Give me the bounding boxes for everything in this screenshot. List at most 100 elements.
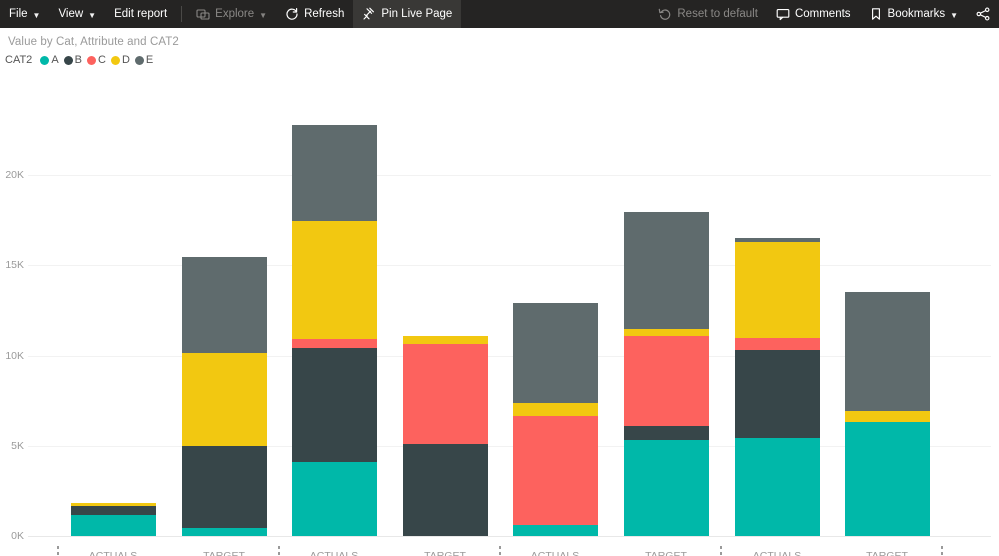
y-axis-tick-label: 0K <box>11 530 24 542</box>
x-axis-category-label: ACTUALS <box>309 550 359 556</box>
bar-segment[interactable] <box>70 506 156 516</box>
bar-segment[interactable] <box>512 403 598 416</box>
chevron-down-icon: ▼ <box>950 10 958 20</box>
legend-swatch-e <box>134 55 144 65</box>
toolbar-reset-to-default-button: Reset to default <box>649 0 767 28</box>
chart-bar[interactable] <box>181 257 267 536</box>
bar-segment[interactable] <box>181 446 267 529</box>
x-axis-category-label: TARGET <box>866 550 908 556</box>
toolbar-view-menu[interactable]: View ▼ <box>49 0 105 28</box>
toolbar-edit-report-label: Edit report <box>114 8 168 20</box>
x-axis-group-separator <box>57 546 59 556</box>
bar-segment[interactable] <box>734 242 820 339</box>
reset-icon <box>658 7 672 21</box>
gridline <box>28 265 991 267</box>
bar-segment[interactable] <box>291 338 377 348</box>
chart-plot-area: 0K 5K 10K 15K 20K <box>0 66 999 544</box>
bar-segment[interactable] <box>623 328 709 336</box>
bar-segment[interactable] <box>402 343 488 444</box>
x-axis-group-separator <box>720 546 722 556</box>
bar-segment[interactable] <box>623 335 709 426</box>
bar-segment[interactable] <box>291 347 377 462</box>
x-axis-category-label: ACTUALS <box>752 550 802 556</box>
bookmark-icon <box>869 7 883 21</box>
bar-segment[interactable] <box>291 220 377 339</box>
legend-item-a[interactable]: A <box>40 54 59 66</box>
toolbar-reset-label: Reset to default <box>677 8 758 20</box>
toolbar-edit-report-button[interactable]: Edit report <box>105 0 176 28</box>
top-toolbar: File ▼ View ▼ Edit report Explore ▼ Refr… <box>0 0 999 28</box>
bar-segment[interactable] <box>512 303 598 403</box>
bar-segment[interactable] <box>844 422 930 536</box>
toolbar-explore-menu: Explore ▼ <box>187 0 276 28</box>
y-axis-tick-label: 20K <box>5 169 24 181</box>
chart-bar[interactable] <box>70 502 156 536</box>
legend-label-b: B <box>74 54 82 66</box>
chart-bar[interactable] <box>844 292 930 536</box>
bar-segment[interactable] <box>734 438 820 536</box>
legend-label-d: D <box>121 54 130 66</box>
chart-x-axis: ACTUALS TARGET ACTUALS TARGET ACTUALS TARGET A… <box>0 544 999 556</box>
bar-segment[interactable] <box>844 292 930 412</box>
bar-segment[interactable] <box>512 525 598 536</box>
bar-segment[interactable] <box>181 353 267 447</box>
toolbar-share-button[interactable] <box>967 0 999 28</box>
chart-legend: CAT2 A B C D E <box>0 48 999 66</box>
legend-swatch-a <box>40 55 50 65</box>
toolbar-pin-live-page-label: Pin Live Page <box>381 8 453 20</box>
toolbar-bookmarks-menu[interactable]: Bookmarks ▼ <box>860 0 967 28</box>
bar-segment[interactable] <box>291 462 377 536</box>
visual-title: Value by Cat, Attribute and CAT2 <box>8 36 179 48</box>
y-axis-tick-label: 10K <box>5 349 24 362</box>
x-axis-category-label: ACTUALS <box>88 550 138 556</box>
chart-bar[interactable] <box>734 238 820 536</box>
toolbar-explore-label: Explore <box>215 8 255 20</box>
x-axis-baseline <box>28 536 991 537</box>
toolbar-divider <box>181 6 183 22</box>
x-axis-group-separator <box>941 546 943 556</box>
legend-item-e[interactable]: E <box>134 54 154 66</box>
y-axis-tick-label: 5K <box>11 439 24 452</box>
share-icon <box>976 7 990 21</box>
x-axis-group-separator <box>499 546 501 556</box>
legend-item-c[interactable]: C <box>87 54 106 66</box>
chart-bar[interactable] <box>291 124 377 536</box>
x-axis-category-label: TARGET <box>203 550 245 556</box>
toolbar-file-label: File <box>9 8 28 20</box>
pin-icon <box>362 7 376 21</box>
toolbar-right-group: Reset to default Comments Bookmarks ▼ <box>649 0 999 28</box>
legend-swatch-d <box>110 55 120 65</box>
bar-segment[interactable] <box>402 443 488 536</box>
explore-icon <box>196 7 210 21</box>
chart-bar[interactable] <box>402 336 488 536</box>
chart-bar[interactable] <box>512 303 598 536</box>
legend-label-e: E <box>145 54 154 66</box>
toolbar-left-group: File ▼ View ▼ Edit report Explore ▼ Refr… <box>0 0 462 28</box>
toolbar-comments-button[interactable]: Comments <box>767 0 860 28</box>
refresh-icon <box>285 7 299 21</box>
bar-segment[interactable] <box>291 124 377 221</box>
toolbar-pin-live-page-button[interactable]: Pin Live Page <box>353 0 462 28</box>
bar-segment[interactable] <box>402 336 488 344</box>
toolbar-refresh-label: Refresh <box>304 8 345 20</box>
legend-label-c: C <box>98 54 106 66</box>
legend-label-a: A <box>51 54 59 66</box>
gridline <box>28 175 991 176</box>
bar-segment[interactable] <box>181 528 267 536</box>
bar-segment[interactable] <box>70 515 156 536</box>
toolbar-refresh-button[interactable]: Refresh <box>276 0 353 28</box>
bar-segment[interactable] <box>844 411 930 423</box>
bar-segment[interactable] <box>623 211 709 329</box>
bar-segment[interactable] <box>623 425 709 440</box>
bar-segment[interactable] <box>623 439 709 536</box>
bar-segment[interactable] <box>734 338 820 350</box>
legend-item-d[interactable]: D <box>110 54 130 66</box>
bar-segment[interactable] <box>512 415 598 525</box>
chevron-down-icon: ▼ <box>259 10 268 20</box>
bar-segment[interactable] <box>181 257 267 354</box>
legend-item-b[interactable]: B <box>63 54 82 66</box>
toolbar-file-menu[interactable]: File ▼ <box>0 0 49 28</box>
bar-segment[interactable] <box>734 349 820 438</box>
chart-bar[interactable] <box>623 211 709 536</box>
chevron-down-icon: ▼ <box>32 10 41 20</box>
